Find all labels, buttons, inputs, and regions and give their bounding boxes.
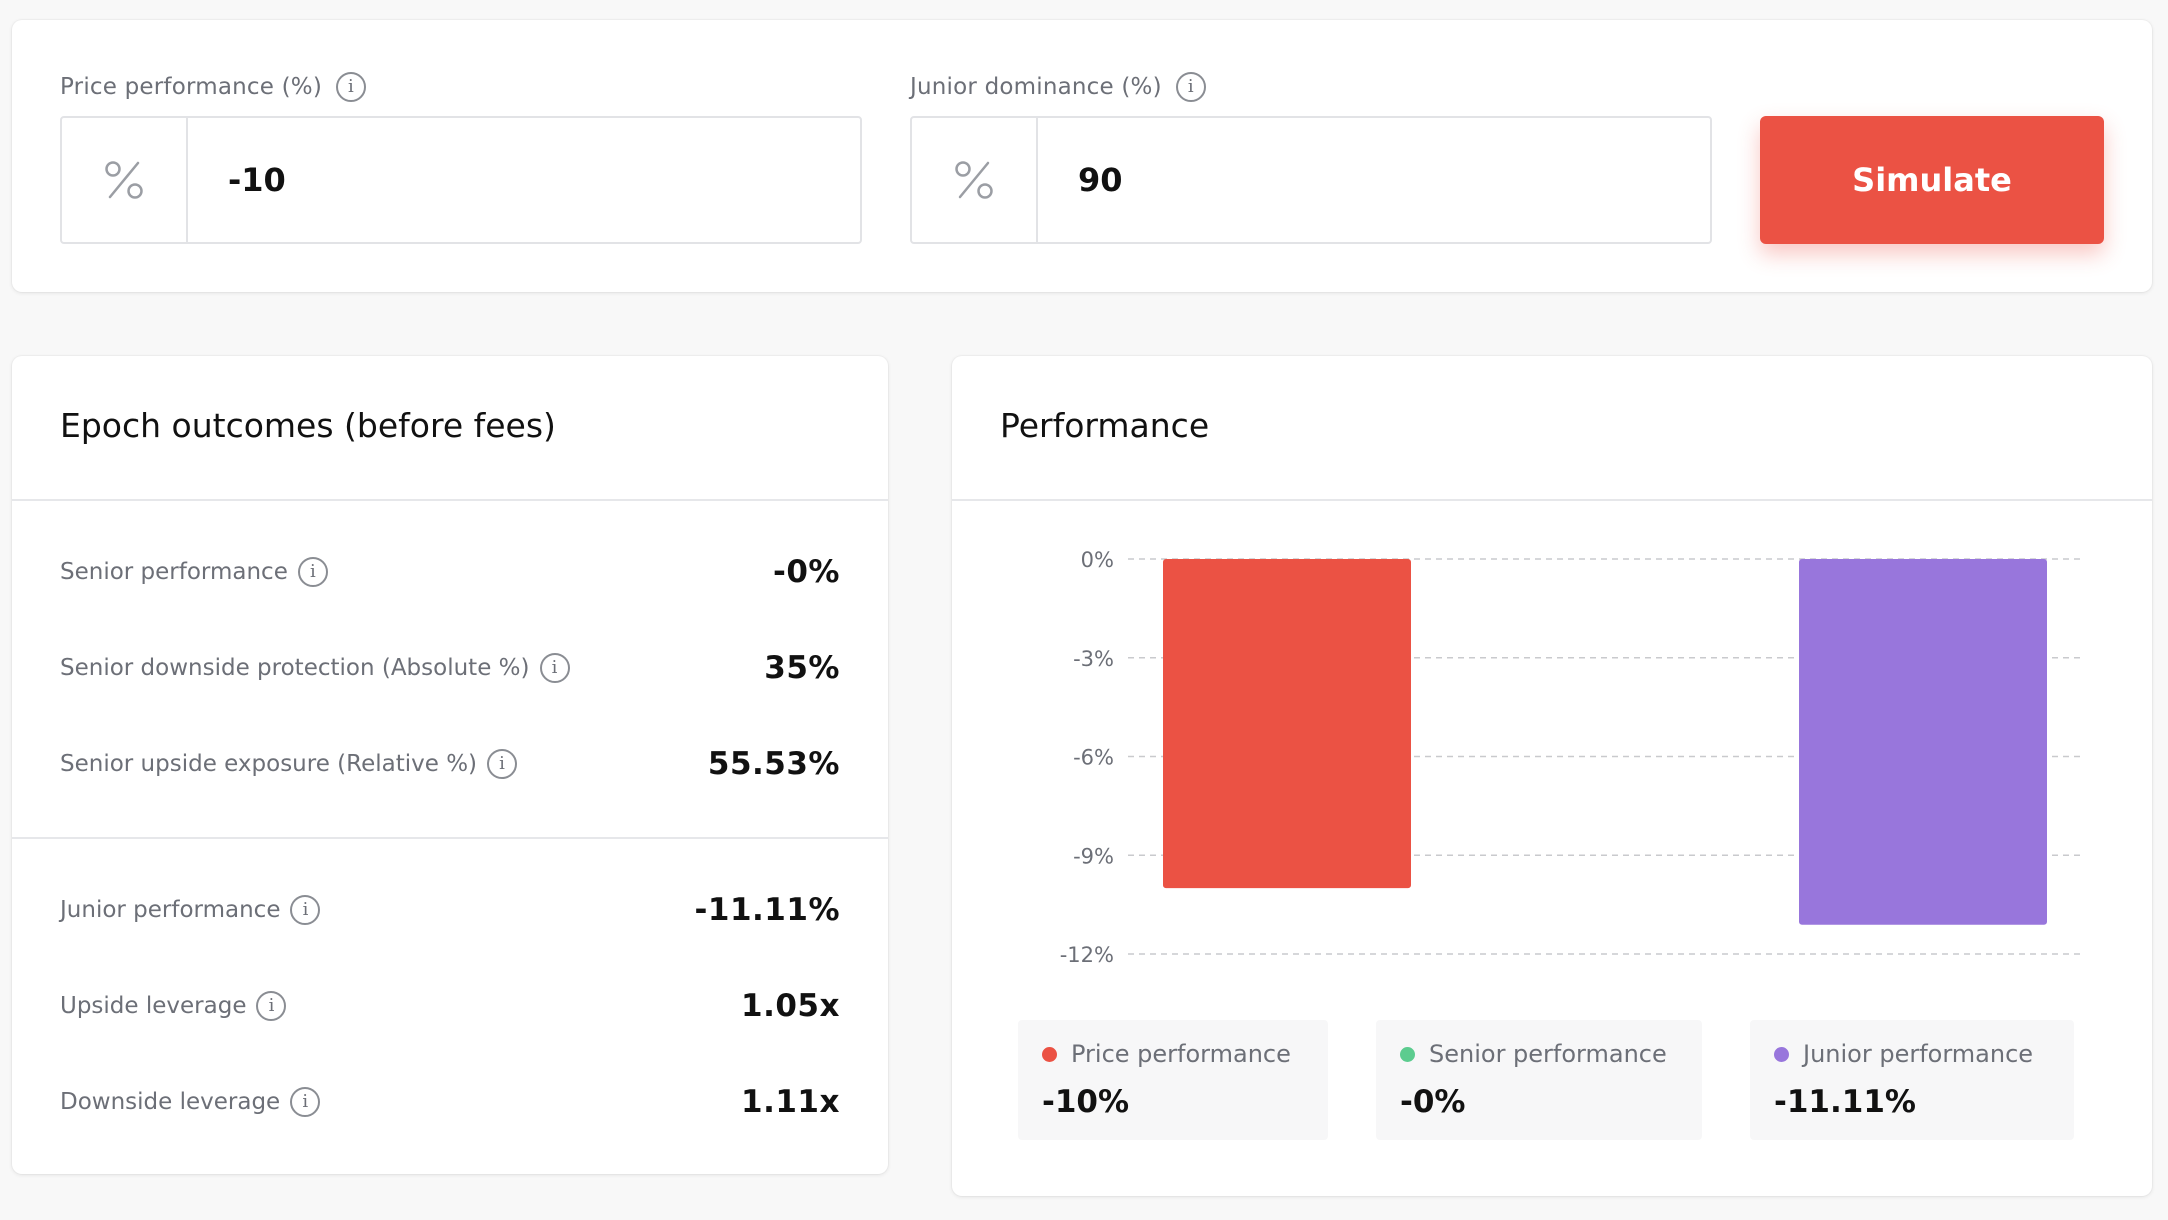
legend-value: -11.11% [1774,1084,1916,1120]
metric-row-senior-performance: Senior performance i -0% [60,552,840,592]
percent-icon [62,118,188,242]
metric-row-junior-performance: Junior performance i -11.11% [60,890,840,930]
junior-dominance-label: Junior dominance (%) i [910,72,1206,102]
legend-name: Price performance [1071,1040,1291,1068]
metric-label: Senior performance [60,559,288,585]
price-performance-label-text: Price performance (%) [60,74,323,100]
metric-row-senior-downside-protection: Senior downside protection (Absolute %) i… [60,648,840,688]
metric-label: Junior performance [60,897,281,923]
metric-label: Downside leverage [60,1089,281,1115]
percent-icon [912,118,1038,242]
y-tick-label: 0% [1081,548,1114,572]
metric-value: -0% [773,554,840,590]
y-tick-label: -12% [1060,943,1114,967]
legend-name: Senior performance [1429,1040,1667,1068]
legend-item-junior: Junior performance -11.11% [1750,1020,2074,1140]
info-icon[interactable]: i [290,895,321,925]
performance-card: Performance 0% -3% -6% -9% -12% Price perfor… [952,356,2152,1196]
metric-value: 1.05x [741,988,840,1024]
price-performance-label: Price performance (%) i [60,72,367,102]
epoch-outcomes-title: Epoch outcomes (before fees) [60,406,556,445]
bar-junior-performance [1799,559,2047,925]
legend-value: -0% [1400,1084,1466,1120]
metric-row-senior-upside-exposure: Senior upside exposure (Relative %) i 55.… [60,744,840,784]
metric-label: Upside leverage [60,993,247,1019]
metric-value: -11.11% [694,892,840,928]
junior-dominance-label-text: Junior dominance (%) [910,74,1162,100]
simulate-button[interactable]: Simulate [1760,116,2104,244]
junior-dominance-input-group [910,116,1712,244]
info-icon[interactable]: i [290,1087,321,1117]
legend-item-price: Price performance -10% [1018,1020,1328,1140]
legend-name: Junior performance [1803,1040,2034,1068]
legend-dot [1400,1046,1415,1062]
metric-row-downside-leverage: Downside leverage i 1.11x [60,1082,840,1122]
legend-item-senior: Senior performance -0% [1376,1020,1702,1140]
info-icon[interactable]: i [487,749,518,779]
epoch-outcomes-card: Epoch outcomes (before fees) Senior perf… [12,356,888,1174]
metric-label: Senior upside exposure (Relative %) [60,751,478,777]
metric-value: 35% [764,650,840,686]
legend-dot [1774,1046,1789,1062]
legend-value: -10% [1042,1084,1130,1120]
divider [12,499,888,501]
y-tick-label: -9% [1073,844,1114,868]
price-performance-input-group [60,116,862,244]
info-icon[interactable]: i [1175,72,1206,102]
price-performance-input[interactable] [188,118,860,242]
info-icon[interactable]: i [336,72,367,102]
info-icon[interactable]: i [256,991,287,1021]
divider [12,837,888,839]
legend-dot [1042,1046,1057,1062]
metric-label: Senior downside protection (Absolute %) [60,655,530,681]
metric-value: 1.11x [741,1084,840,1120]
y-tick-label: -6% [1073,746,1114,770]
metric-value: 55.53% [707,746,840,782]
simulation-form-card: Price performance (%) i Junior dominance… [12,20,2152,292]
metric-row-upside-leverage: Upside leverage i 1.05x [60,986,840,1026]
performance-bar-chart: 0% -3% -6% -9% -12% [1060,548,2082,967]
y-tick-label: -3% [1073,647,1114,671]
info-icon[interactable]: i [297,557,328,587]
junior-dominance-input[interactable] [1038,118,1710,242]
bar-price-performance [1163,559,1411,889]
info-icon[interactable]: i [539,653,570,683]
